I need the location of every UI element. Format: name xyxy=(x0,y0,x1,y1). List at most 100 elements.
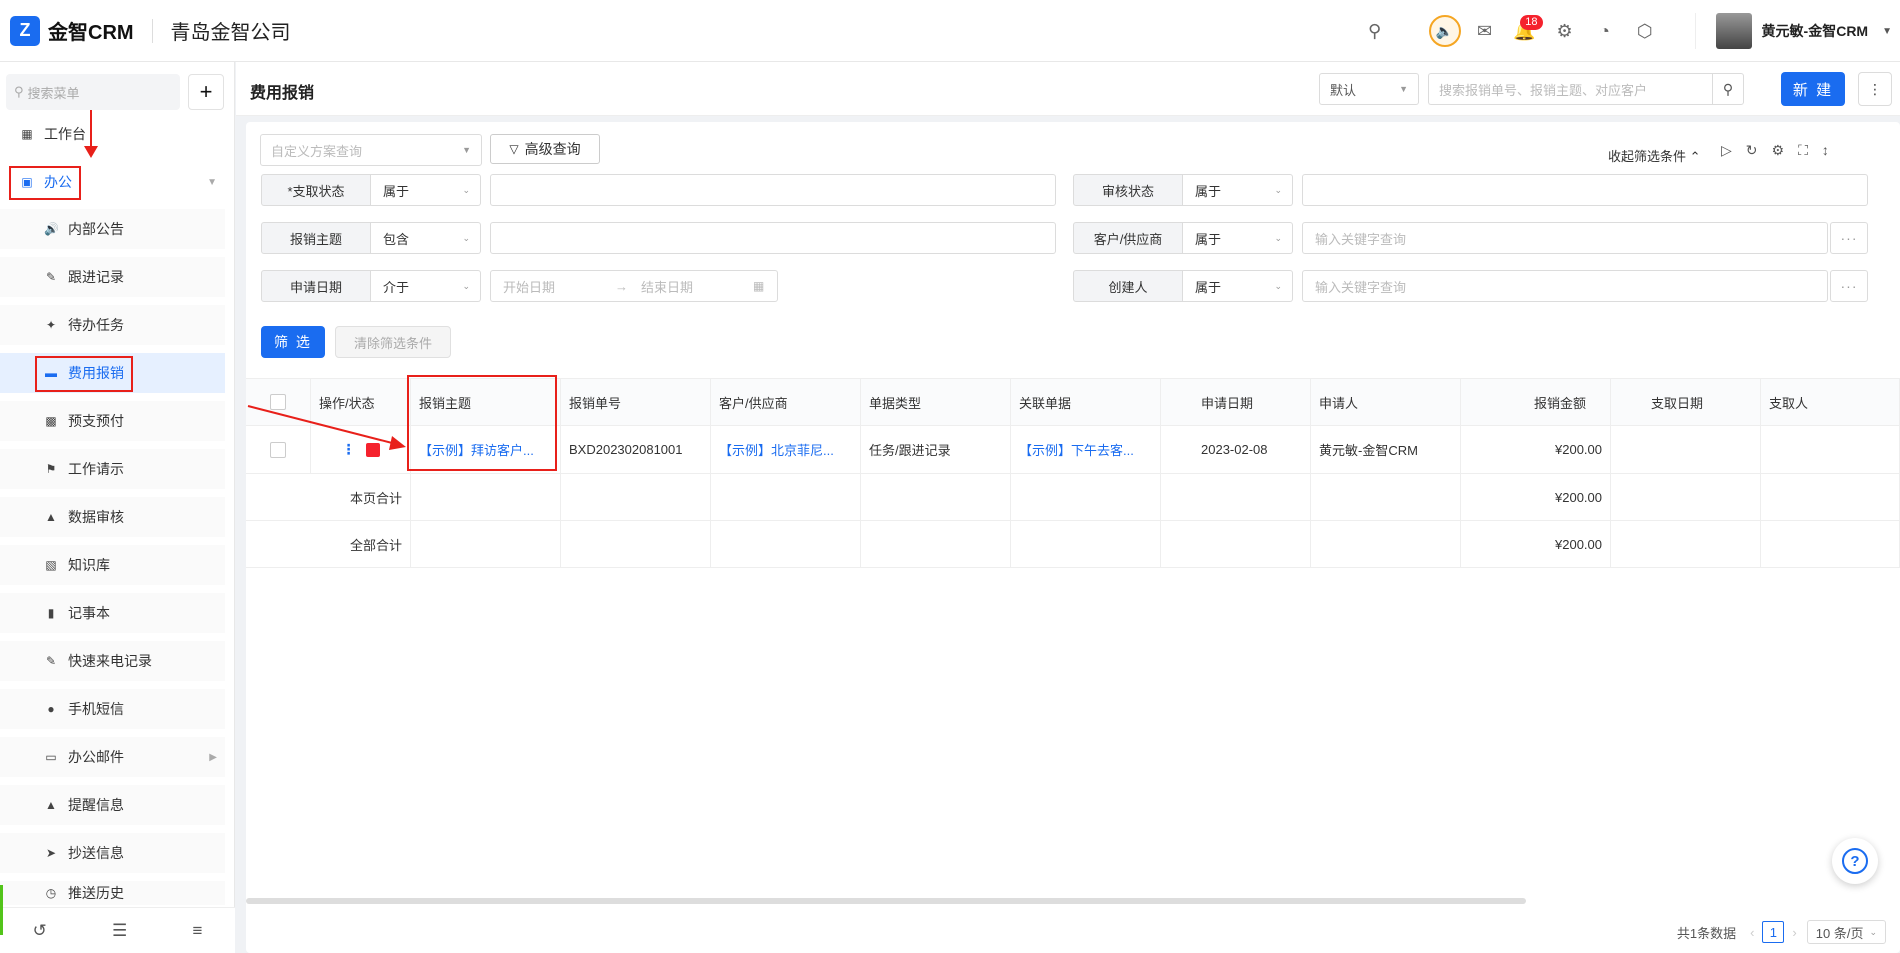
sidebar-item-expense[interactable]: ▬ 费用报销 xyxy=(0,353,225,393)
pie-chart-icon[interactable]: ◔ xyxy=(1585,11,1625,51)
chevron-up-icon: ⌃ xyxy=(1689,149,1701,164)
logo-icon: Z xyxy=(10,15,40,46)
sidebar-item-follow-up[interactable]: ✎ 跟进记录 xyxy=(0,257,225,297)
filter-op-value: 属于 xyxy=(1195,279,1222,295)
customer-picker-button[interactable]: ··· xyxy=(1830,222,1868,254)
flag-icon: ⚑ xyxy=(45,462,57,476)
search-button[interactable]: ⚲ xyxy=(1712,73,1744,105)
sidebar-item-workbench[interactable]: ▦ 工作台 xyxy=(0,114,225,154)
filter-op-customer[interactable]: 属于 ⌄ xyxy=(1183,222,1293,254)
filter-input-audit-status[interactable] xyxy=(1302,174,1868,206)
chevron-down-icon: ⌄ xyxy=(1274,280,1282,291)
filter-input-creator[interactable]: 输入关键字查询 xyxy=(1302,270,1828,302)
empty-cell xyxy=(1761,474,1900,520)
speaker-button[interactable]: 🔈 xyxy=(1425,11,1465,51)
empty-cell xyxy=(561,521,711,567)
global-search-icon[interactable]: ⚲ xyxy=(1355,11,1395,51)
main-search-input[interactable]: 搜索报销单号、报销主题、对应客户 xyxy=(1428,73,1712,105)
sidebar-item-announcement[interactable]: 🔊 内部公告 xyxy=(0,209,225,249)
sidebar-item-reminder[interactable]: ▲ 提醒信息 xyxy=(0,785,225,825)
filter-label-creator: 创建人 xyxy=(1073,270,1183,302)
view-select-value: 默认 xyxy=(1330,82,1357,98)
filter-op-subject[interactable]: 包含 ⌄ xyxy=(371,222,481,254)
date-range-input[interactable]: 开始日期 → 结束日期 ▦ xyxy=(490,270,778,302)
filter-button[interactable]: 筛 选 xyxy=(261,326,325,358)
history-icon[interactable]: ↺ xyxy=(33,921,47,941)
empty-cell xyxy=(1161,521,1311,567)
col-header[interactable]: 支取日期 xyxy=(1611,379,1761,425)
sidebar-item-call-log[interactable]: ✎ 快速来电记录 xyxy=(0,641,225,681)
filter-op-creator[interactable]: 属于 ⌄ xyxy=(1183,270,1293,302)
sidebar-item-label: 推送历史 xyxy=(68,885,124,901)
clear-filters-button[interactable]: 清除筛选条件 xyxy=(335,326,451,358)
logo[interactable]: Z 金智CRM xyxy=(10,15,134,46)
col-header[interactable]: 报销主题 xyxy=(411,379,561,425)
search-icon: ⚲ xyxy=(1722,80,1734,97)
filter-op-apply-date[interactable]: 介于 ⌄ xyxy=(371,270,481,302)
menu-search-input[interactable]: ⚲ 搜索菜单 xyxy=(6,74,180,110)
page-number[interactable]: 1 xyxy=(1762,921,1785,943)
more-options-button[interactable]: ⋮ xyxy=(1858,72,1892,106)
col-header[interactable]: 关联单据 xyxy=(1011,379,1161,425)
inbox-icon[interactable]: ✉ xyxy=(1465,11,1505,51)
filter-input-subject[interactable] xyxy=(490,222,1056,254)
play-icon[interactable]: ▷ xyxy=(1721,142,1732,159)
col-header[interactable]: 报销金额 xyxy=(1461,379,1611,425)
menu-search-placeholder: 搜索菜单 xyxy=(27,85,80,101)
filter-input-pay-status[interactable] xyxy=(490,174,1056,206)
col-header[interactable]: 支取人 xyxy=(1761,379,1900,425)
sidebar-item-advance[interactable]: ▩ 预支预付 xyxy=(0,401,225,441)
sidebar-item-audit[interactable]: ▲ 数据审核 xyxy=(0,497,225,537)
advanced-query-button[interactable]: ▽ 高级查询 xyxy=(490,134,600,164)
customer-link[interactable]: 【示例】北京菲尼... xyxy=(711,426,861,473)
sidebar-item-push-history[interactable]: ◷ 推送历史 xyxy=(0,881,225,905)
col-header[interactable]: 客户/供应商 xyxy=(711,379,861,425)
col-header[interactable]: 报销单号 xyxy=(561,379,711,425)
end-date-placeholder: 结束日期 xyxy=(641,279,694,295)
page-size-select[interactable]: 10 条/页 ⌄ xyxy=(1806,920,1886,944)
filter-label-subject: 报销主题 xyxy=(261,222,371,254)
annotation-arrow-head xyxy=(389,436,406,450)
prev-page-icon[interactable]: ‹ xyxy=(1750,925,1754,940)
sidebar-item-knowledge[interactable]: ▧ 知识库 xyxy=(0,545,225,585)
sidebar-item-notebook[interactable]: ▮ 记事本 xyxy=(0,593,225,633)
bell-icon: ▲ xyxy=(45,798,57,812)
new-button[interactable]: 新 建 xyxy=(1781,72,1845,106)
sidebar-item-mail[interactable]: ▭ 办公邮件 ▶ xyxy=(0,737,225,777)
related-doc-link[interactable]: 【示例】下午去客... xyxy=(1011,426,1161,473)
sidebar-item-sms[interactable]: ● 手机短信 xyxy=(0,689,225,729)
sidebar-item-request[interactable]: ⚑ 工作请示 xyxy=(0,449,225,489)
refresh-icon[interactable]: ↻ xyxy=(1746,142,1758,159)
sliders-icon[interactable]: ☰ xyxy=(112,921,127,941)
sidebar-item-todo[interactable]: ✦ 待办任务 xyxy=(0,305,225,345)
filter-label-audit-status: 审核状态 xyxy=(1073,174,1183,206)
help-button[interactable]: ? xyxy=(1832,838,1878,884)
collapse-menu-icon[interactable]: ≡ xyxy=(192,921,202,941)
gear-icon[interactable]: ⚙ xyxy=(1545,11,1585,51)
view-select[interactable]: 默认 ▼ xyxy=(1319,73,1419,105)
filter-op-pay-status[interactable]: 属于 ⌄ xyxy=(371,174,481,206)
collapse-filters-toggle[interactable]: 收起筛选条件 ⌃ xyxy=(1608,146,1701,165)
user-menu[interactable]: 黄元敏-金智CRM ▼ xyxy=(1694,13,1900,49)
filter-op-audit-status[interactable]: 属于 ⌄ xyxy=(1183,174,1293,206)
sidebar-item-office[interactable]: ▣ 办公 ▼ xyxy=(0,162,225,202)
creator-picker-button[interactable]: ··· xyxy=(1830,270,1868,302)
pay-date-cell xyxy=(1611,426,1761,473)
col-header[interactable]: 单据类型 xyxy=(861,379,1011,425)
fullscreen-icon[interactable]: ⛶ xyxy=(1798,142,1808,159)
horizontal-scrollbar[interactable] xyxy=(246,898,1526,904)
sidebar-item-cc[interactable]: ➤ 抄送信息 xyxy=(0,833,225,873)
bell-button[interactable]: 🔔 18 xyxy=(1505,11,1545,51)
sidebar-item-label: 费用报销 xyxy=(68,365,124,381)
user-name: 黄元敏-金智CRM xyxy=(1761,23,1869,39)
add-menu-button[interactable]: + xyxy=(188,74,224,110)
filter-input-customer[interactable]: 输入关键字查询 xyxy=(1302,222,1828,254)
col-header[interactable]: 申请日期 xyxy=(1161,379,1311,425)
subject-link[interactable]: 【示例】拜访客户... xyxy=(411,426,561,473)
scheme-select[interactable]: 自定义方案查询 ▼ xyxy=(260,134,482,166)
col-header[interactable]: 申请人 xyxy=(1311,379,1461,425)
column-height-icon[interactable]: ↕ xyxy=(1822,142,1829,159)
cube-icon[interactable]: ⬡ xyxy=(1625,11,1665,51)
next-page-icon[interactable]: › xyxy=(1792,925,1796,940)
settings-icon[interactable]: ⚙ xyxy=(1772,142,1785,159)
